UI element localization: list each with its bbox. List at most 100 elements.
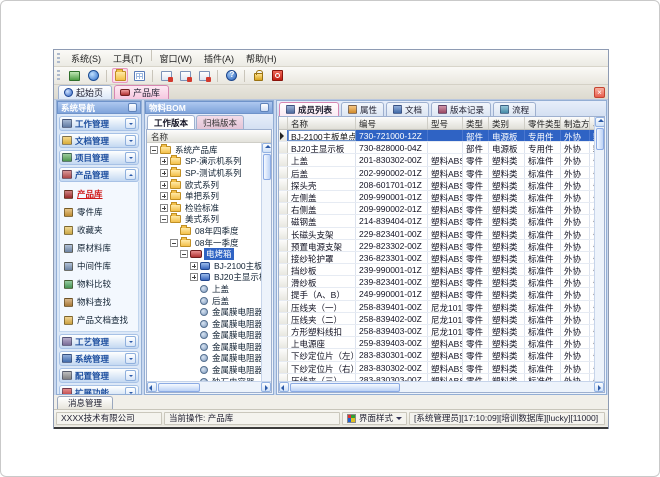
toolbar-grip[interactable] [57, 53, 60, 64]
sidebar-item-产品文档查找[interactable]: 产品文档查找 [64, 311, 138, 329]
tree-node[interactable]: 电烤箱 [147, 248, 261, 260]
toolbar-button-grid-icon[interactable] [131, 68, 147, 83]
tree-node[interactable]: 欧式系列 [147, 179, 261, 191]
sidebar-item-物料查找[interactable]: 物料查找 [64, 293, 138, 311]
sidebar-item-零件库[interactable]: 零件库 [64, 203, 138, 221]
collapse-minus-icon[interactable] [170, 239, 178, 247]
detail-tab-文档[interactable]: 文档 [386, 102, 429, 116]
tree-node[interactable]: SP-演示机系列 [147, 156, 261, 168]
table-row[interactable]: 左侧盖209-990001-01Z塑料ABS零件塑料类标准件外协条 [279, 191, 594, 203]
sidebar-section-header[interactable]: 扩展功能 [59, 385, 139, 394]
table-row[interactable]: 下纱定位片（左）283-830301-00Z塑料ABS零件塑料类标准件外协条 [279, 349, 594, 361]
tree-node[interactable]: 单把系列 [147, 190, 261, 202]
chevron-down-icon[interactable] [125, 370, 136, 381]
table-row[interactable]: 压线夹（二）258-839402-00Z尼龙1010零件塑料类标准件外协条 [279, 313, 594, 325]
scrollbar-thumb[interactable] [290, 383, 400, 392]
table-row[interactable]: 提手（A、B）249-990001-01Z塑料ABS零件塑料类标准件外协条 [279, 288, 594, 300]
sidebar-section-header[interactable]: 文档管理 [59, 133, 139, 148]
grid-horizontal-scrollbar[interactable] [279, 381, 604, 392]
grid-header-名称[interactable]: 名称 [288, 117, 356, 129]
scrollbar-thumb[interactable] [263, 154, 271, 180]
tree-node[interactable]: 金属膜电阻器 [147, 364, 261, 376]
table-row[interactable]: BJ-2100主板单点730-721000-12Z部件电源板专用件外协颗 [279, 130, 594, 142]
grid-header-零件类型[interactable]: 零件类型 [525, 117, 561, 129]
bom-options-button[interactable] [260, 103, 269, 112]
menu-item[interactable]: 工具(T) [107, 50, 149, 67]
table-row[interactable]: 上盖201-830302-00Z塑料ABS零件塑料类标准件外协条 [279, 154, 594, 166]
sidebar-options-button[interactable] [128, 103, 137, 112]
detail-tab-属性[interactable]: 属性 [341, 102, 384, 116]
tree-horizontal-scrollbar[interactable] [147, 381, 271, 392]
scroll-left-icon[interactable] [279, 382, 289, 392]
expand-plus-icon[interactable] [190, 262, 198, 270]
close-tab-button[interactable]: × [594, 87, 605, 98]
table-row[interactable]: 磁钢盖214-839404-01Z塑料ABS零件塑料类标准件外协条 [279, 215, 594, 227]
sidebar-section-header[interactable]: 工作管理 [59, 116, 139, 131]
table-row[interactable]: 接纱轮护罩236-823301-00Z塑料ABS零件塑料类标准件外协条 [279, 252, 594, 264]
grid-vertical-scrollbar[interactable] [594, 117, 604, 381]
tree-node[interactable]: 金属膜电阻器 [147, 341, 261, 353]
menu-item[interactable]: 插件(A) [198, 50, 240, 67]
chevron-up-icon[interactable] [125, 169, 136, 180]
scroll-right-icon[interactable] [594, 382, 604, 392]
grid-header-类型[interactable]: 类型 [463, 117, 489, 129]
toolbar-button-power-icon[interactable] [269, 68, 285, 83]
doc-tab-product[interactable]: 产品库 [114, 85, 169, 99]
tree-node[interactable]: 美式系列 [147, 214, 261, 226]
toolbar-button-lock-icon[interactable] [250, 68, 266, 83]
menu-item[interactable]: 帮助(H) [240, 50, 283, 67]
table-row[interactable]: 方形塑料线扣258-839403-00Z尼龙1010零件塑料类标准件外协条 [279, 325, 594, 337]
toolbar-button-folder-icon[interactable] [112, 68, 128, 83]
sidebar-item-收藏夹[interactable]: 收藏夹 [64, 221, 138, 239]
tree-node[interactable]: 检验标准 [147, 202, 261, 214]
sidebar-item-产品库[interactable]: 产品库 [64, 185, 138, 203]
sidebar-section-header[interactable]: 配置管理 [59, 368, 139, 383]
sidebar-section-header[interactable]: 产品管理 [59, 167, 139, 182]
collapse-minus-icon[interactable] [150, 146, 158, 154]
sidebar-item-原材料库[interactable]: 原材料库 [64, 239, 138, 257]
sidebar-section-header[interactable]: 工艺管理 [59, 334, 139, 349]
detail-tab-成员列表[interactable]: 成员列表 [279, 102, 339, 116]
grid-header-类别[interactable]: 类别 [489, 117, 525, 129]
tree-node[interactable]: 金属膜电阻器 [147, 306, 261, 318]
tree-node[interactable]: 金属膜电阻器 [147, 353, 261, 365]
tree-node[interactable]: 独石电容器 [147, 376, 261, 381]
tree-node[interactable]: 金属膜电阻器 [147, 330, 261, 342]
menu-item[interactable]: 窗口(W) [154, 50, 199, 67]
scroll-left-icon[interactable] [147, 382, 157, 392]
grid-header-制造方式[interactable]: 制造方式 [561, 117, 590, 129]
tree-node[interactable]: 08年一季度 [147, 237, 261, 249]
tree-node[interactable]: BJ20主显示板 [147, 272, 261, 284]
tree-vertical-scrollbar[interactable] [261, 143, 271, 381]
chevron-down-icon[interactable] [125, 118, 136, 129]
toolbar-button-globe-icon[interactable] [85, 68, 101, 83]
bom-tab-归档版本[interactable]: 归档版本 [196, 115, 244, 129]
collapse-minus-icon[interactable] [160, 215, 168, 223]
tree-node[interactable]: SP-测试机系列 [147, 167, 261, 179]
scrollbar-thumb[interactable] [596, 128, 604, 150]
tree-node[interactable]: 08年四季度 [147, 225, 261, 237]
expand-plus-icon[interactable] [160, 192, 168, 200]
table-row[interactable]: 下纱定位片（右）283-830302-00Z塑料ABS零件塑料类标准件外协条 [279, 362, 594, 374]
toolbar-button-doc-new-icon[interactable] [158, 68, 174, 83]
doc-tab-home[interactable]: 起始页 [58, 85, 112, 99]
chevron-down-icon[interactable] [125, 152, 136, 163]
scrollbar-thumb[interactable] [158, 383, 200, 392]
detail-tab-版本记录[interactable]: 版本记录 [431, 102, 491, 116]
sidebar-item-中间件库[interactable]: 中间件库 [64, 257, 138, 275]
table-row[interactable]: 上电源座259-839403-00Z塑料ABS零件塑料类标准件外协条 [279, 337, 594, 349]
toolbar-button-monitor-icon[interactable] [66, 68, 82, 83]
toolbar-button-doc-edit-icon[interactable] [177, 68, 193, 83]
sidebar-section-header[interactable]: 项目管理 [59, 150, 139, 165]
table-row[interactable]: 滑纱板239-823401-00Z塑料ABS零件塑料类标准件外协条 [279, 276, 594, 288]
table-row[interactable]: 右侧盖209-990002-01Z塑料ABS零件塑料类标准件外协条 [279, 203, 594, 215]
scroll-right-icon[interactable] [261, 382, 271, 392]
ui-style-button[interactable]: 界面样式 [342, 412, 407, 425]
expand-plus-icon[interactable] [160, 157, 168, 165]
bom-tab-工作版本[interactable]: 工作版本 [147, 115, 195, 129]
tree-column-header[interactable]: 名称 [147, 130, 271, 143]
table-row[interactable]: 探头壳208-601701-01Z塑料ABS零件塑料类标准件外协条 [279, 179, 594, 191]
detail-tab-流程[interactable]: 流程 [493, 102, 536, 116]
tree-node[interactable]: BJ-2100主板单点 [147, 260, 261, 272]
expand-plus-icon[interactable] [160, 181, 168, 189]
